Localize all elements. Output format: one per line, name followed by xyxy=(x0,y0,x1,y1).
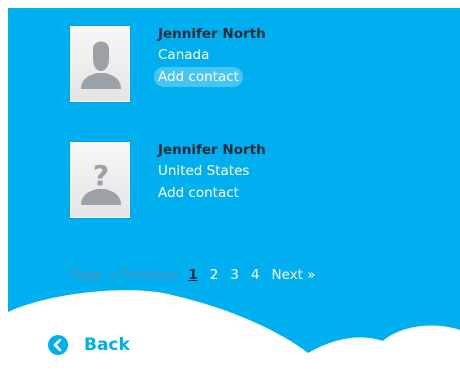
page-link-3[interactable]: 3 xyxy=(230,265,239,285)
svg-text:?: ? xyxy=(93,159,109,192)
previous-page-link: « Previous xyxy=(108,267,179,283)
page-link-1[interactable]: 1 xyxy=(188,265,197,285)
contact-name: Jennifer North xyxy=(158,26,266,42)
contact-country: Canada xyxy=(158,47,210,63)
search-results-screen: Jennifer North Canada Add contact ? Jenn… xyxy=(0,0,460,371)
page-label: Page xyxy=(70,267,103,283)
page-link-2[interactable]: 2 xyxy=(210,265,219,285)
back-arrow-icon xyxy=(48,335,68,355)
contact-name: Jennifer North xyxy=(158,142,266,158)
avatar[interactable] xyxy=(70,26,130,102)
contact-country: United States xyxy=(158,163,250,179)
pagination: Page « Previous 1 2 3 4 Next » xyxy=(70,265,316,285)
results-panel: Jennifer North Canada Add contact ? Jenn… xyxy=(8,8,460,371)
avatar[interactable]: ? xyxy=(70,142,130,218)
unknown-person-icon: ? xyxy=(81,159,121,205)
person-silhouette-icon xyxy=(81,41,121,89)
add-contact-link[interactable]: Add contact xyxy=(154,67,243,87)
add-contact-link[interactable]: Add contact xyxy=(154,183,243,203)
page-link-4[interactable]: 4 xyxy=(251,265,260,285)
back-label: Back xyxy=(84,335,130,355)
next-page-link[interactable]: Next » xyxy=(271,265,315,285)
